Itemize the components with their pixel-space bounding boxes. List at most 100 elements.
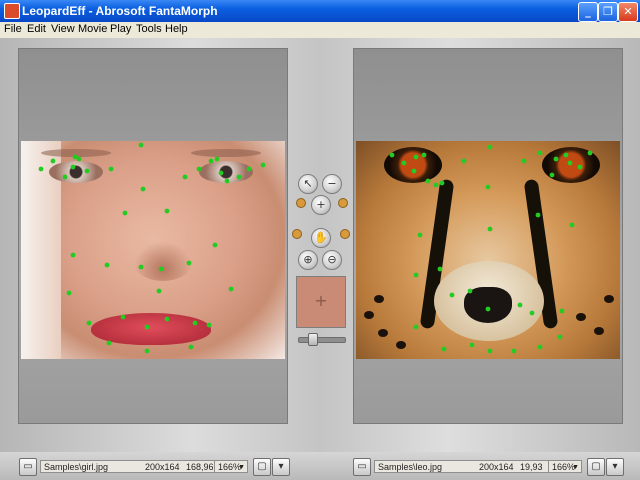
source-keypoint[interactable]: [236, 174, 242, 180]
source-keypoint[interactable]: [50, 158, 56, 164]
target-keypoint[interactable]: [421, 152, 427, 158]
target-keypoint[interactable]: [485, 184, 491, 190]
target-keypoint[interactable]: [563, 152, 569, 158]
target-keypoint[interactable]: [417, 232, 423, 238]
target-keypoint[interactable]: [433, 182, 439, 188]
target-keypoint[interactable]: [569, 222, 575, 228]
target-options-button[interactable]: ▾: [606, 458, 624, 476]
target-keypoint[interactable]: [529, 310, 535, 316]
target-keypoint[interactable]: [557, 334, 563, 340]
source-keypoint[interactable]: [196, 166, 202, 172]
source-keypoint[interactable]: [72, 154, 78, 160]
source-keypoint[interactable]: [144, 324, 150, 330]
target-keypoint[interactable]: [413, 272, 419, 278]
source-fit-button[interactable]: ▢: [253, 458, 271, 476]
source-keypoint[interactable]: [120, 314, 126, 320]
source-keypoint[interactable]: [70, 252, 76, 258]
add-point-button[interactable]: +: [311, 195, 331, 215]
open-source-button[interactable]: ▭: [19, 458, 37, 476]
menu-file[interactable]: File: [4, 23, 22, 35]
target-keypoint[interactable]: [587, 150, 593, 156]
menu-view[interactable]: View: [51, 23, 75, 35]
target-keypoint[interactable]: [439, 180, 445, 186]
source-keypoint[interactable]: [122, 210, 128, 216]
source-keypoint[interactable]: [182, 174, 188, 180]
source-keypoint[interactable]: [228, 286, 234, 292]
source-keypoint[interactable]: [156, 288, 162, 294]
target-keypoint[interactable]: [567, 160, 573, 166]
morph-slider-thumb[interactable]: [308, 333, 318, 346]
hand-tool-button[interactable]: ✋: [311, 228, 331, 248]
mirror-left-button[interactable]: [292, 229, 302, 239]
source-keypoint[interactable]: [214, 156, 220, 162]
menu-edit[interactable]: Edit: [27, 23, 46, 35]
zoom-in-button[interactable]: ⊕: [298, 250, 318, 270]
target-keypoint[interactable]: [389, 152, 395, 158]
source-keypoint[interactable]: [208, 158, 214, 164]
target-keypoint[interactable]: [521, 158, 527, 164]
target-keypoint[interactable]: [401, 160, 407, 166]
target-keypoint[interactable]: [425, 178, 431, 184]
target-keypoint[interactable]: [487, 348, 493, 354]
maximize-button[interactable]: ❐: [598, 2, 618, 22]
source-keypoint[interactable]: [104, 262, 110, 268]
remove-point-button[interactable]: −: [322, 174, 342, 194]
target-keypoint[interactable]: [535, 212, 541, 218]
target-keypoint[interactable]: [487, 144, 493, 150]
source-keypoint[interactable]: [192, 320, 198, 326]
source-keypoint[interactable]: [164, 316, 170, 322]
source-keypoint[interactable]: [212, 242, 218, 248]
source-keypoint[interactable]: [140, 186, 146, 192]
source-keypoint[interactable]: [84, 168, 90, 174]
target-zoom-select[interactable]: 166% ▼: [548, 460, 582, 473]
target-keypoint[interactable]: [537, 344, 543, 350]
link-left-button[interactable]: [296, 198, 306, 208]
target-keypoint[interactable]: [437, 266, 443, 272]
target-keypoints[interactable]: [356, 141, 620, 359]
mirror-right-button[interactable]: [340, 229, 350, 239]
target-keypoint[interactable]: [517, 302, 523, 308]
target-image-panel[interactable]: [353, 48, 623, 424]
close-button[interactable]: ✕: [618, 2, 638, 22]
menu-play[interactable]: Play: [110, 23, 131, 35]
link-right-button[interactable]: [338, 198, 348, 208]
target-keypoint[interactable]: [413, 324, 419, 330]
morph-slider-track[interactable]: [298, 337, 346, 343]
minimize-button[interactable]: _: [578, 2, 598, 22]
source-keypoint[interactable]: [260, 162, 266, 168]
target-keypoint[interactable]: [467, 288, 473, 294]
source-keypoint[interactable]: [224, 178, 230, 184]
target-keypoint[interactable]: [537, 150, 543, 156]
source-keypoint[interactable]: [38, 166, 44, 172]
menu-tools[interactable]: Tools: [136, 23, 162, 35]
target-keypoint[interactable]: [485, 306, 491, 312]
source-keypoint[interactable]: [86, 320, 92, 326]
source-keypoint[interactable]: [62, 174, 68, 180]
source-keypoint[interactable]: [138, 264, 144, 270]
target-keypoint[interactable]: [559, 308, 565, 314]
target-keypoint[interactable]: [511, 348, 517, 354]
source-image-panel[interactable]: [18, 48, 288, 424]
target-keypoint[interactable]: [577, 164, 583, 170]
source-image-girl[interactable]: [21, 141, 285, 359]
source-keypoint[interactable]: [138, 142, 144, 148]
zoom-out-button[interactable]: ⊖: [322, 250, 342, 270]
source-keypoint[interactable]: [108, 166, 114, 172]
source-keypoint[interactable]: [164, 208, 170, 214]
source-keypoint[interactable]: [144, 348, 150, 354]
target-keypoint[interactable]: [487, 226, 493, 232]
source-keypoint[interactable]: [70, 164, 76, 170]
menu-movie[interactable]: Movie: [78, 23, 107, 35]
source-keypoint[interactable]: [66, 290, 72, 296]
target-keypoint[interactable]: [411, 168, 417, 174]
source-keypoints[interactable]: [21, 141, 285, 359]
source-keypoint[interactable]: [206, 322, 212, 328]
target-keypoint[interactable]: [413, 154, 419, 160]
morph-preview[interactable]: +: [296, 276, 346, 328]
target-keypoint[interactable]: [461, 158, 467, 164]
target-keypoint[interactable]: [549, 172, 555, 178]
source-keypoint[interactable]: [106, 340, 112, 346]
target-keypoint[interactable]: [441, 346, 447, 352]
pointer-tool-button[interactable]: ↖: [298, 174, 318, 194]
source-keypoint[interactable]: [188, 344, 194, 350]
